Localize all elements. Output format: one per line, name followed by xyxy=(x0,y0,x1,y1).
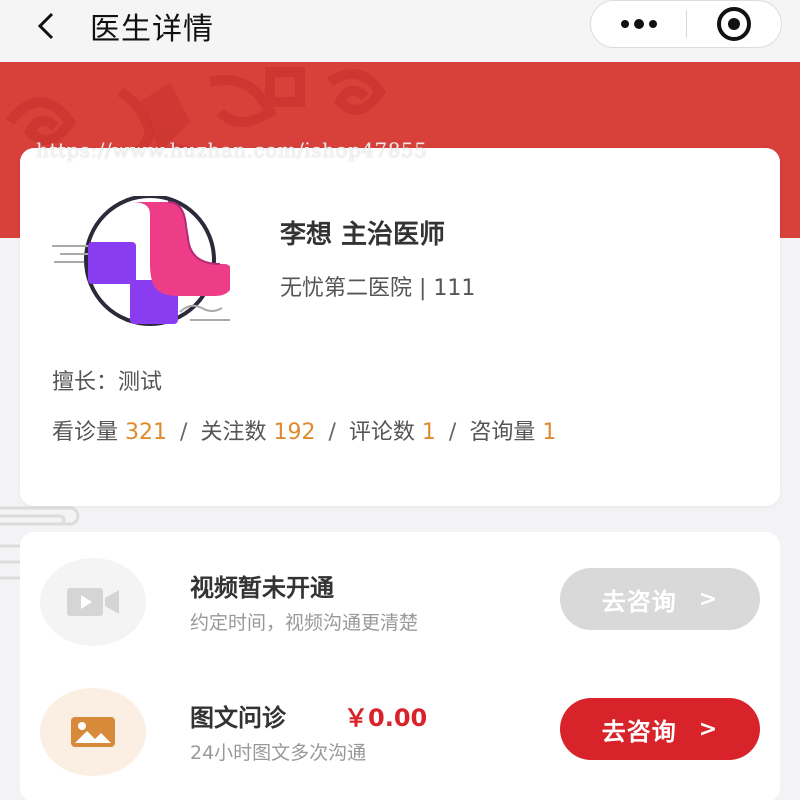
doctor-specialty: 擅长：测试 xyxy=(52,364,162,396)
stat-value-followers: 192 xyxy=(273,420,316,445)
watermark-text: https://www.huzhan.com/ishop47855 xyxy=(36,138,428,162)
consultation-services-card: 视频暂未开通 约定时间，视频沟通更清楚 去咨询 > 图文问诊 ￥0.00 24小… xyxy=(20,532,780,800)
specialty-value: 测试 xyxy=(118,370,163,395)
stat-value-consults: 1 xyxy=(542,420,557,445)
doctor-hospital: 无忧第二医院 | 111 xyxy=(280,276,476,301)
target-circle-icon xyxy=(716,7,751,41)
video-consult-desc: 约定时间，视频沟通更清楚 xyxy=(190,612,419,634)
video-consult-button-label: 去咨询 xyxy=(601,587,677,616)
text-consult-price: ￥0.00 xyxy=(344,704,428,732)
more-button[interactable] xyxy=(591,1,686,47)
back-button[interactable] xyxy=(26,6,66,46)
image-icon-badge xyxy=(40,688,146,776)
video-consult-row: 视频暂未开通 约定时间，视频沟通更清楚 去咨询 > xyxy=(20,548,780,658)
text-consult-button[interactable]: 去咨询 > xyxy=(560,698,760,760)
text-consult-button-label: 去咨询 xyxy=(601,717,677,746)
stat-label-visits: 看诊量 xyxy=(52,420,119,445)
video-consult-button[interactable]: 去咨询 > xyxy=(560,568,760,630)
doctor-avatar[interactable] xyxy=(50,196,230,330)
stat-label-followers: 关注数 xyxy=(200,420,267,445)
stat-value-comments: 1 xyxy=(421,420,436,445)
more-dots-icon xyxy=(620,19,657,29)
image-icon xyxy=(71,717,115,747)
stat-label-consults: 咨询量 xyxy=(469,420,536,445)
stat-separator: / xyxy=(448,420,457,445)
doctor-info-card: 李想 主治医师 无忧第二医院 | 111 擅长：测试 看诊量 321 / 关注数… xyxy=(20,148,780,506)
specialty-label: 擅长： xyxy=(52,370,119,395)
text-consult-title: 图文问诊 xyxy=(190,704,286,732)
video-consult-title: 视频暂未开通 xyxy=(190,574,334,602)
chevron-right-icon: > xyxy=(698,586,719,612)
chevron-left-icon xyxy=(37,12,54,40)
text-consult-row: 图文问诊 ￥0.00 24小时图文多次沟通 去咨询 > xyxy=(20,678,780,788)
stat-separator: / xyxy=(328,420,336,445)
text-consult-desc: 24小时图文多次沟通 xyxy=(190,742,367,764)
video-icon-badge xyxy=(40,558,146,646)
doctor-stats: 看诊量 321 / 关注数 192 / 评论数 1 / 咨询量 1 xyxy=(52,414,556,446)
doctor-name-title: 李想 主治医师 xyxy=(280,220,446,250)
stat-label-comments: 评论数 xyxy=(348,420,415,445)
navigation-bar: 医生详情 xyxy=(0,0,800,62)
stat-value-visits: 321 xyxy=(125,420,168,445)
close-button[interactable] xyxy=(687,1,781,47)
chevron-right-icon: > xyxy=(698,716,719,742)
page-title: 医生详情 xyxy=(90,12,214,47)
mini-program-capsule xyxy=(590,0,782,48)
stat-separator: / xyxy=(180,420,188,445)
video-camera-icon xyxy=(67,588,119,616)
